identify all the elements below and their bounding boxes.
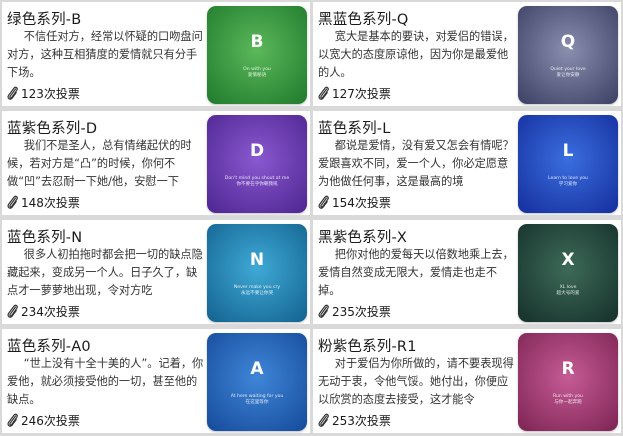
- card-description: 宽大是基本的要诀，对爱侣的错误，以宽大的态度原谅他，因为你是最爱他的人。: [318, 30, 514, 79]
- thumbnail-caption: At here waiting for you 在这里等你: [230, 394, 284, 405]
- card-description: “世上没有十全十美的人”。记着，你爱他，就必须接受他的一切，甚至他的缺点。: [7, 357, 204, 406]
- thumbnail-letter: D: [249, 141, 265, 161]
- card-thumbnail[interactable]: D Don't mind you shout at me 你不要在乎你朝我吼: [207, 115, 307, 213]
- vote-count[interactable]: 234次投票: [6, 302, 80, 320]
- paperclip-icon: [7, 195, 18, 209]
- card-description: 把你对他的爱每天以倍数地乘上去，爱情自然变成无限大，爱情走也走不掉。: [318, 248, 514, 297]
- card-thumbnail[interactable]: X XL love 超大号的爱: [518, 224, 618, 322]
- card-thumbnail[interactable]: Q Quiet your love 爱让你安静: [518, 6, 618, 104]
- card-title: 黑蓝色系列-Q: [318, 12, 409, 28]
- thumbnail-caption: Learn to love you 学习爱你: [548, 176, 588, 187]
- thumbnail-caption: XL love 超大号的爱: [556, 285, 580, 296]
- card-blue-a0[interactable]: 蓝色系列-A0 “世上没有十全十美的人”。记着，你爱他，就必须接受他的一切，甚至…: [2, 329, 310, 433]
- card-green-b[interactable]: 绿色系列-B 不信任对方，经常以怀疑的口吻盘问对方，这种互相猜度的爱情就只有分手…: [2, 2, 310, 106]
- card-title: 粉紫色系列-R1: [318, 339, 417, 355]
- vote-count[interactable]: 154次投票: [317, 193, 391, 211]
- thumbnail-letter: R: [561, 359, 575, 379]
- vote-count-text: 253次投票: [332, 413, 391, 428]
- thumbnail-caption: Never make you cry 永远不要让你哭: [233, 285, 281, 296]
- thumbnail-letter: L: [562, 141, 574, 161]
- thumbnail-caption: On with you 爱情秘语: [243, 67, 271, 78]
- vote-count-text: 148次投票: [21, 195, 80, 210]
- vote-count-text: 154次投票: [332, 195, 391, 210]
- card-darkblue-q[interactable]: 黑蓝色系列-Q 宽大是基本的要诀，对爱侣的错误，以宽大的态度原谅他，因为你是最爱…: [313, 2, 621, 106]
- vote-count-text: 123次投票: [21, 86, 80, 101]
- card-blackpurple-x[interactable]: 黑紫色系列-X 把你对他的爱每天以倍数地乘上去，爱情自然变成无限大，爱情走也走不…: [313, 220, 621, 324]
- card-bluepurple-d[interactable]: 蓝紫色系列-D 我们不是圣人，总有情绪起伏的时候，若对方是“凸”的时候，你何不做…: [2, 111, 310, 215]
- vote-count[interactable]: 253次投票: [317, 411, 391, 429]
- card-description: 不信任对方，经常以怀疑的口吻盘问对方，这种互相猜度的爱情就只有分手下场。: [7, 30, 203, 79]
- card-description: 我们不是圣人，总有情绪起伏的时候，若对方是“凸”的时候，你何不做“凹”去忍耐一下…: [7, 139, 192, 188]
- paperclip-icon: [318, 413, 329, 427]
- thumbnail-letter: Q: [560, 32, 576, 52]
- vote-count-text: 246次投票: [21, 413, 80, 428]
- card-title: 蓝紫色系列-D: [7, 121, 98, 137]
- card-thumbnail[interactable]: N Never make you cry 永远不要让你哭: [207, 224, 307, 322]
- vote-count[interactable]: 127次投票: [317, 84, 391, 102]
- card-thumbnail[interactable]: L Learn to love you 学习爱你: [518, 115, 618, 213]
- vote-count-text: 235次投票: [332, 304, 391, 319]
- vote-count[interactable]: 246次投票: [6, 411, 80, 429]
- card-description: 都说是爱情，没有爱又怎会有情呢？爱跟喜欢不同，爱一个人，你必定愿意为他做任何事，…: [318, 139, 514, 188]
- paperclip-icon: [318, 86, 329, 100]
- card-blue-n[interactable]: 蓝色系列-N 很多人初拍拖时都会把一切的缺点隐藏起来，变成另一个人。日子久了，缺…: [2, 220, 310, 324]
- thumbnail-caption: Run with you 与你一起奔跑: [553, 394, 583, 405]
- paperclip-icon: [7, 413, 18, 427]
- card-title: 黑紫色系列-X: [318, 230, 408, 246]
- card-title: 蓝色系列-L: [318, 121, 391, 137]
- card-pinkpurple-r1[interactable]: 粉紫色系列-R1 对于爱侣为你所做的，请不要表现得无动于衷，令他气馁。她付出，你…: [313, 329, 621, 433]
- vote-count[interactable]: 148次投票: [6, 193, 80, 211]
- card-thumbnail[interactable]: A At here waiting for you 在这里等你: [207, 333, 307, 431]
- paperclip-icon: [7, 86, 18, 100]
- vote-count-text: 234次投票: [21, 304, 80, 319]
- thumbnail-letter: A: [250, 359, 264, 379]
- card-description: 很多人初拍拖时都会把一切的缺点隐藏起来，变成另一个人。日子久了，缺点才一萝萝地出…: [7, 248, 203, 297]
- vote-count[interactable]: 235次投票: [317, 302, 391, 320]
- card-title: 绿色系列-B: [7, 12, 82, 28]
- card-description: 对于爱侣为你所做的，请不要表现得无动于衷，令他气馁。她付出，你便应以欣赏的态度去…: [318, 357, 514, 406]
- paperclip-icon: [7, 304, 18, 318]
- vote-count[interactable]: 123次投票: [6, 84, 80, 102]
- thumbnail-letter: N: [249, 250, 265, 270]
- card-thumbnail[interactable]: R Run with you 与你一起奔跑: [518, 333, 618, 431]
- thumbnail-letter: B: [250, 32, 264, 52]
- thumbnail-letter: X: [561, 250, 575, 270]
- card-thumbnail[interactable]: B On with you 爱情秘语: [207, 6, 307, 104]
- paperclip-icon: [318, 304, 329, 318]
- vote-count-text: 127次投票: [332, 86, 391, 101]
- card-title: 蓝色系列-N: [7, 230, 83, 246]
- thumbnail-caption: Don't mind you shout at me 你不要在乎你朝我吼: [224, 176, 290, 187]
- paperclip-icon: [318, 195, 329, 209]
- thumbnail-caption: Quiet your love 爱让你安静: [550, 67, 586, 78]
- card-title: 蓝色系列-A0: [7, 339, 91, 355]
- card-blue-l[interactable]: 蓝色系列-L 都说是爱情，没有爱又怎会有情呢？爱跟喜欢不同，爱一个人，你必定愿意…: [313, 111, 621, 215]
